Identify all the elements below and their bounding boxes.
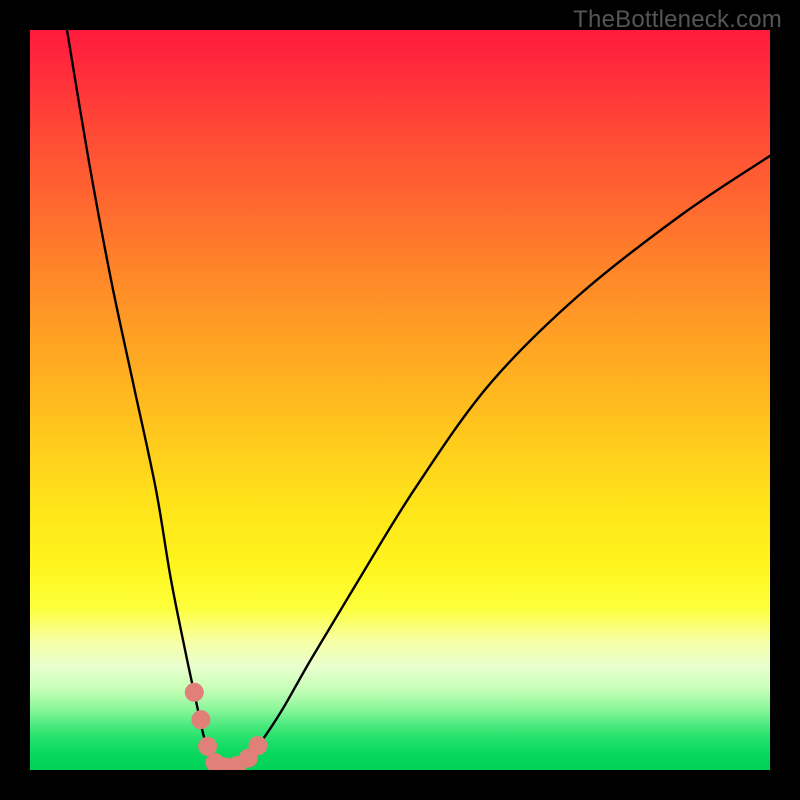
marker-point — [185, 683, 204, 702]
bottleneck-curve — [67, 30, 770, 769]
curve-layer — [30, 30, 770, 770]
marker-point — [198, 737, 217, 756]
brand-watermark: TheBottleneck.com — [573, 6, 782, 34]
marker-point — [191, 710, 210, 729]
plot-area — [30, 30, 770, 770]
marker-group — [185, 683, 268, 770]
marker-point — [248, 736, 267, 755]
chart-frame: TheBottleneck.com — [0, 0, 800, 800]
